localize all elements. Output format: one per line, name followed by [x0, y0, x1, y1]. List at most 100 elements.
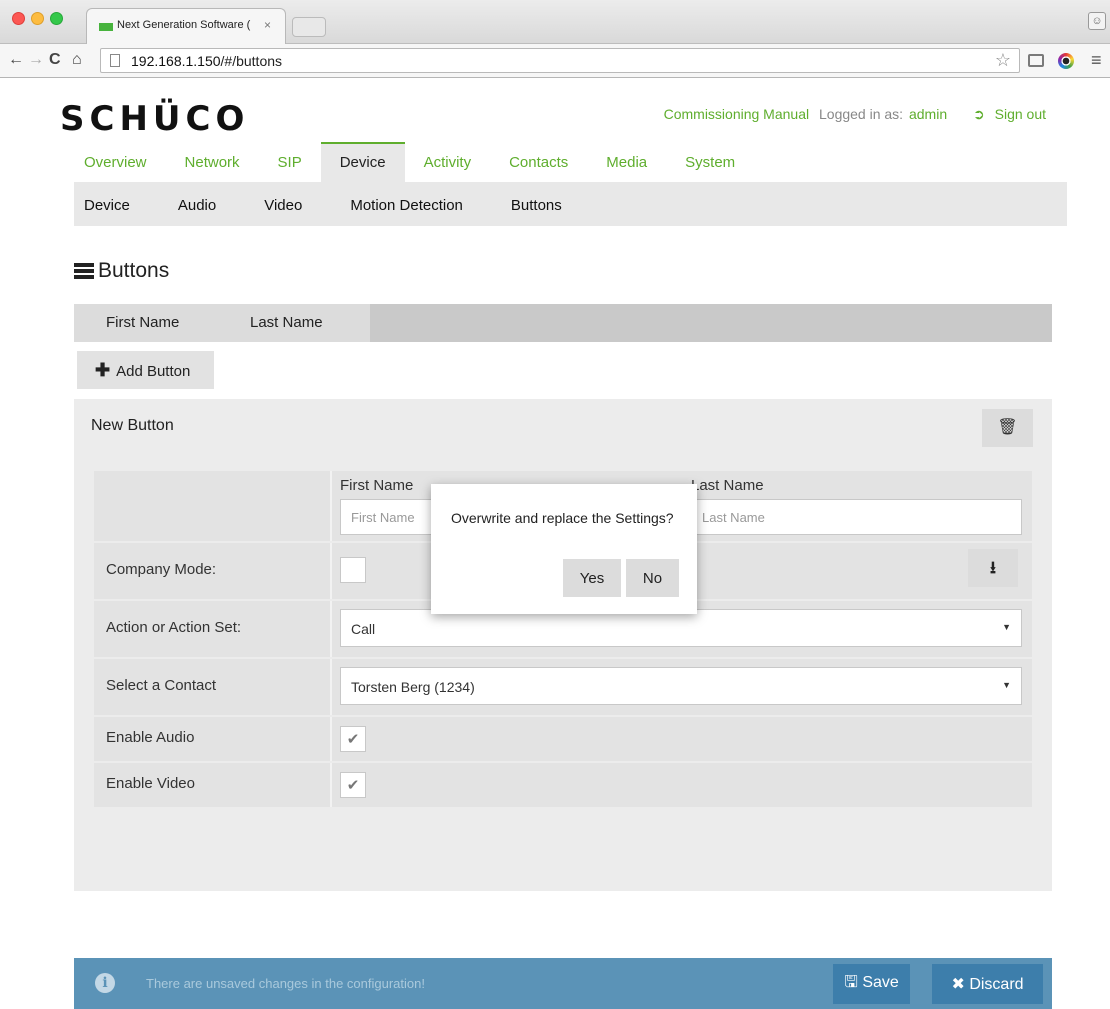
confirm-dialog-message: Overwrite and replace the Settings? — [451, 510, 674, 526]
home-icon[interactable]: ⌂ — [72, 51, 82, 69]
tab-close-icon[interactable]: × — [264, 18, 271, 32]
header-links: Commissioning Manual Logged in as: admin… — [658, 106, 1046, 123]
action-select-value: Call — [351, 621, 376, 637]
upload-icon[interactable]: ⭳ — [968, 549, 1018, 587]
discard-button-label: Discard — [969, 976, 1024, 993]
sign-out-icon: ➲ — [973, 106, 985, 122]
sub-nav-video[interactable]: Video — [240, 182, 326, 226]
row-divider — [330, 601, 332, 657]
trash-icon[interactable]: 🗑 — [982, 409, 1033, 447]
check-icon: ✔ — [346, 777, 360, 794]
enable-video-checkbox[interactable]: ✔ — [340, 772, 366, 798]
main-nav: Overview Network SIP Device Activity Con… — [74, 142, 1064, 182]
row-divider — [330, 659, 332, 715]
action-select[interactable]: Call ▼ — [340, 609, 1022, 647]
row-divider — [330, 543, 332, 599]
contact-select-value: Torsten Berg (1234) — [351, 679, 475, 695]
last-name-input[interactable]: Last Name — [691, 499, 1022, 535]
cast-icon[interactable] — [1028, 54, 1044, 67]
unsaved-changes-message: There are unsaved changes in the configu… — [146, 976, 425, 991]
url-path: /#/buttons — [220, 53, 283, 69]
new-button-panel: New Button 🗑 First Name First Name Last … — [74, 399, 1052, 891]
save-button-label: Save — [862, 973, 899, 991]
logo: SCHÜCO — [60, 99, 250, 139]
username: admin — [908, 106, 948, 122]
main-nav-activity[interactable]: Activity — [405, 142, 491, 182]
add-button[interactable]: ✚ Add Button — [77, 351, 214, 389]
sub-nav-motion-detection[interactable]: Motion Detection — [326, 182, 487, 226]
save-button[interactable]: 🖫 Save — [833, 964, 910, 1004]
sub-nav-device[interactable]: Device — [74, 182, 154, 226]
form-row-enable-video: Enable Video ✔ — [94, 763, 1032, 807]
contact-select[interactable]: Torsten Berg (1234) ▼ — [340, 667, 1022, 705]
color-extension-icon[interactable] — [1058, 53, 1074, 69]
favicon-icon — [99, 23, 113, 31]
row-divider — [330, 471, 332, 541]
row-divider — [330, 717, 332, 761]
main-nav-contacts[interactable]: Contacts — [490, 142, 587, 182]
info-icon: i — [95, 973, 115, 993]
logged-in-label: Logged in as: — [819, 106, 904, 122]
panel-title: New Button — [91, 417, 174, 434]
main-nav-media[interactable]: Media — [587, 142, 666, 182]
enable-audio-label: Enable Audio — [106, 729, 195, 746]
browser-toolbar: ← → C ⌂ 192.168.1.150/#/buttons ☆ ≡ — [0, 44, 1110, 78]
check-icon: ✔ — [346, 731, 360, 748]
chevron-down-icon: ▼ — [1002, 622, 1011, 632]
browser-tab[interactable]: Next Generation Software ( × — [86, 8, 286, 44]
list-icon — [74, 263, 94, 279]
yes-button[interactable]: Yes — [563, 559, 621, 597]
row-divider — [330, 763, 332, 807]
floppy-icon: 🖫 — [844, 973, 858, 991]
sign-out-label: Sign out — [994, 106, 1046, 122]
company-mode-label: Company Mode: — [106, 561, 217, 578]
discard-button[interactable]: ✖ Discard — [932, 964, 1043, 1004]
contact-label: Select a Contact — [106, 677, 217, 694]
first-name-label: First Name — [340, 477, 414, 494]
section-title-text: Buttons — [98, 259, 170, 282]
close-icon: ✖ — [951, 976, 965, 993]
form-row-enable-audio: Enable Audio ✔ — [94, 717, 1032, 761]
unsaved-changes-bar: i There are unsaved changes in the confi… — [74, 958, 1052, 1009]
section-title: Buttons — [74, 259, 169, 283]
address-bar[interactable]: 192.168.1.150/#/buttons ☆ — [100, 48, 1020, 73]
profile-icon[interactable]: ☺ — [1088, 12, 1106, 30]
table-header: First Name Last Name — [74, 304, 1052, 342]
url-host: 192.168.1.150 — [131, 53, 221, 69]
browser-titlebar: Next Generation Software ( × ☺ — [0, 0, 1110, 44]
window-close-button[interactable] — [12, 12, 25, 25]
back-icon[interactable]: ← — [8, 51, 24, 69]
company-mode-checkbox[interactable] — [340, 557, 366, 583]
column-last-name[interactable]: Last Name — [250, 314, 323, 331]
enable-video-label: Enable Video — [106, 775, 195, 792]
page-content: SCHÜCO Commissioning Manual Logged in as… — [0, 79, 1110, 1009]
sub-nav-buttons[interactable]: Buttons — [487, 182, 586, 226]
main-nav-device[interactable]: Device — [320, 142, 405, 182]
action-label: Action or Action Set: — [106, 619, 242, 636]
window-minimize-button[interactable] — [31, 12, 44, 25]
window-maximize-button[interactable] — [50, 12, 63, 25]
column-first-name[interactable]: First Name — [106, 314, 179, 331]
tab-title: Next Generation Software ( — [117, 19, 251, 31]
star-icon[interactable]: ☆ — [995, 50, 1011, 71]
main-nav-network[interactable]: Network — [166, 142, 259, 182]
reload-icon[interactable]: C — [49, 51, 61, 69]
main-nav-sip[interactable]: SIP — [259, 142, 321, 182]
last-name-label: Last Name — [691, 477, 764, 494]
forward-icon[interactable]: → — [28, 51, 44, 69]
enable-audio-checkbox[interactable]: ✔ — [340, 726, 366, 752]
main-nav-overview[interactable]: Overview — [74, 142, 166, 182]
no-button[interactable]: No — [626, 559, 679, 597]
url-text[interactable]: 192.168.1.150/#/buttons — [131, 53, 282, 69]
add-button-label: Add Button — [116, 362, 191, 380]
confirm-dialog: Overwrite and replace the Settings? Yes … — [431, 484, 697, 614]
sub-nav-audio[interactable]: Audio — [154, 182, 240, 226]
sign-out-link[interactable]: ➲ Sign out — [967, 106, 1046, 122]
form-row-contact: Select a Contact Torsten Berg (1234) ▼ — [94, 659, 1032, 715]
menu-icon[interactable]: ≡ — [1091, 50, 1102, 71]
page-icon — [110, 54, 120, 67]
new-tab-button[interactable] — [292, 17, 326, 37]
chevron-down-icon: ▼ — [1002, 680, 1011, 690]
commissioning-manual-link[interactable]: Commissioning Manual — [664, 106, 810, 122]
main-nav-system[interactable]: System — [666, 142, 754, 182]
